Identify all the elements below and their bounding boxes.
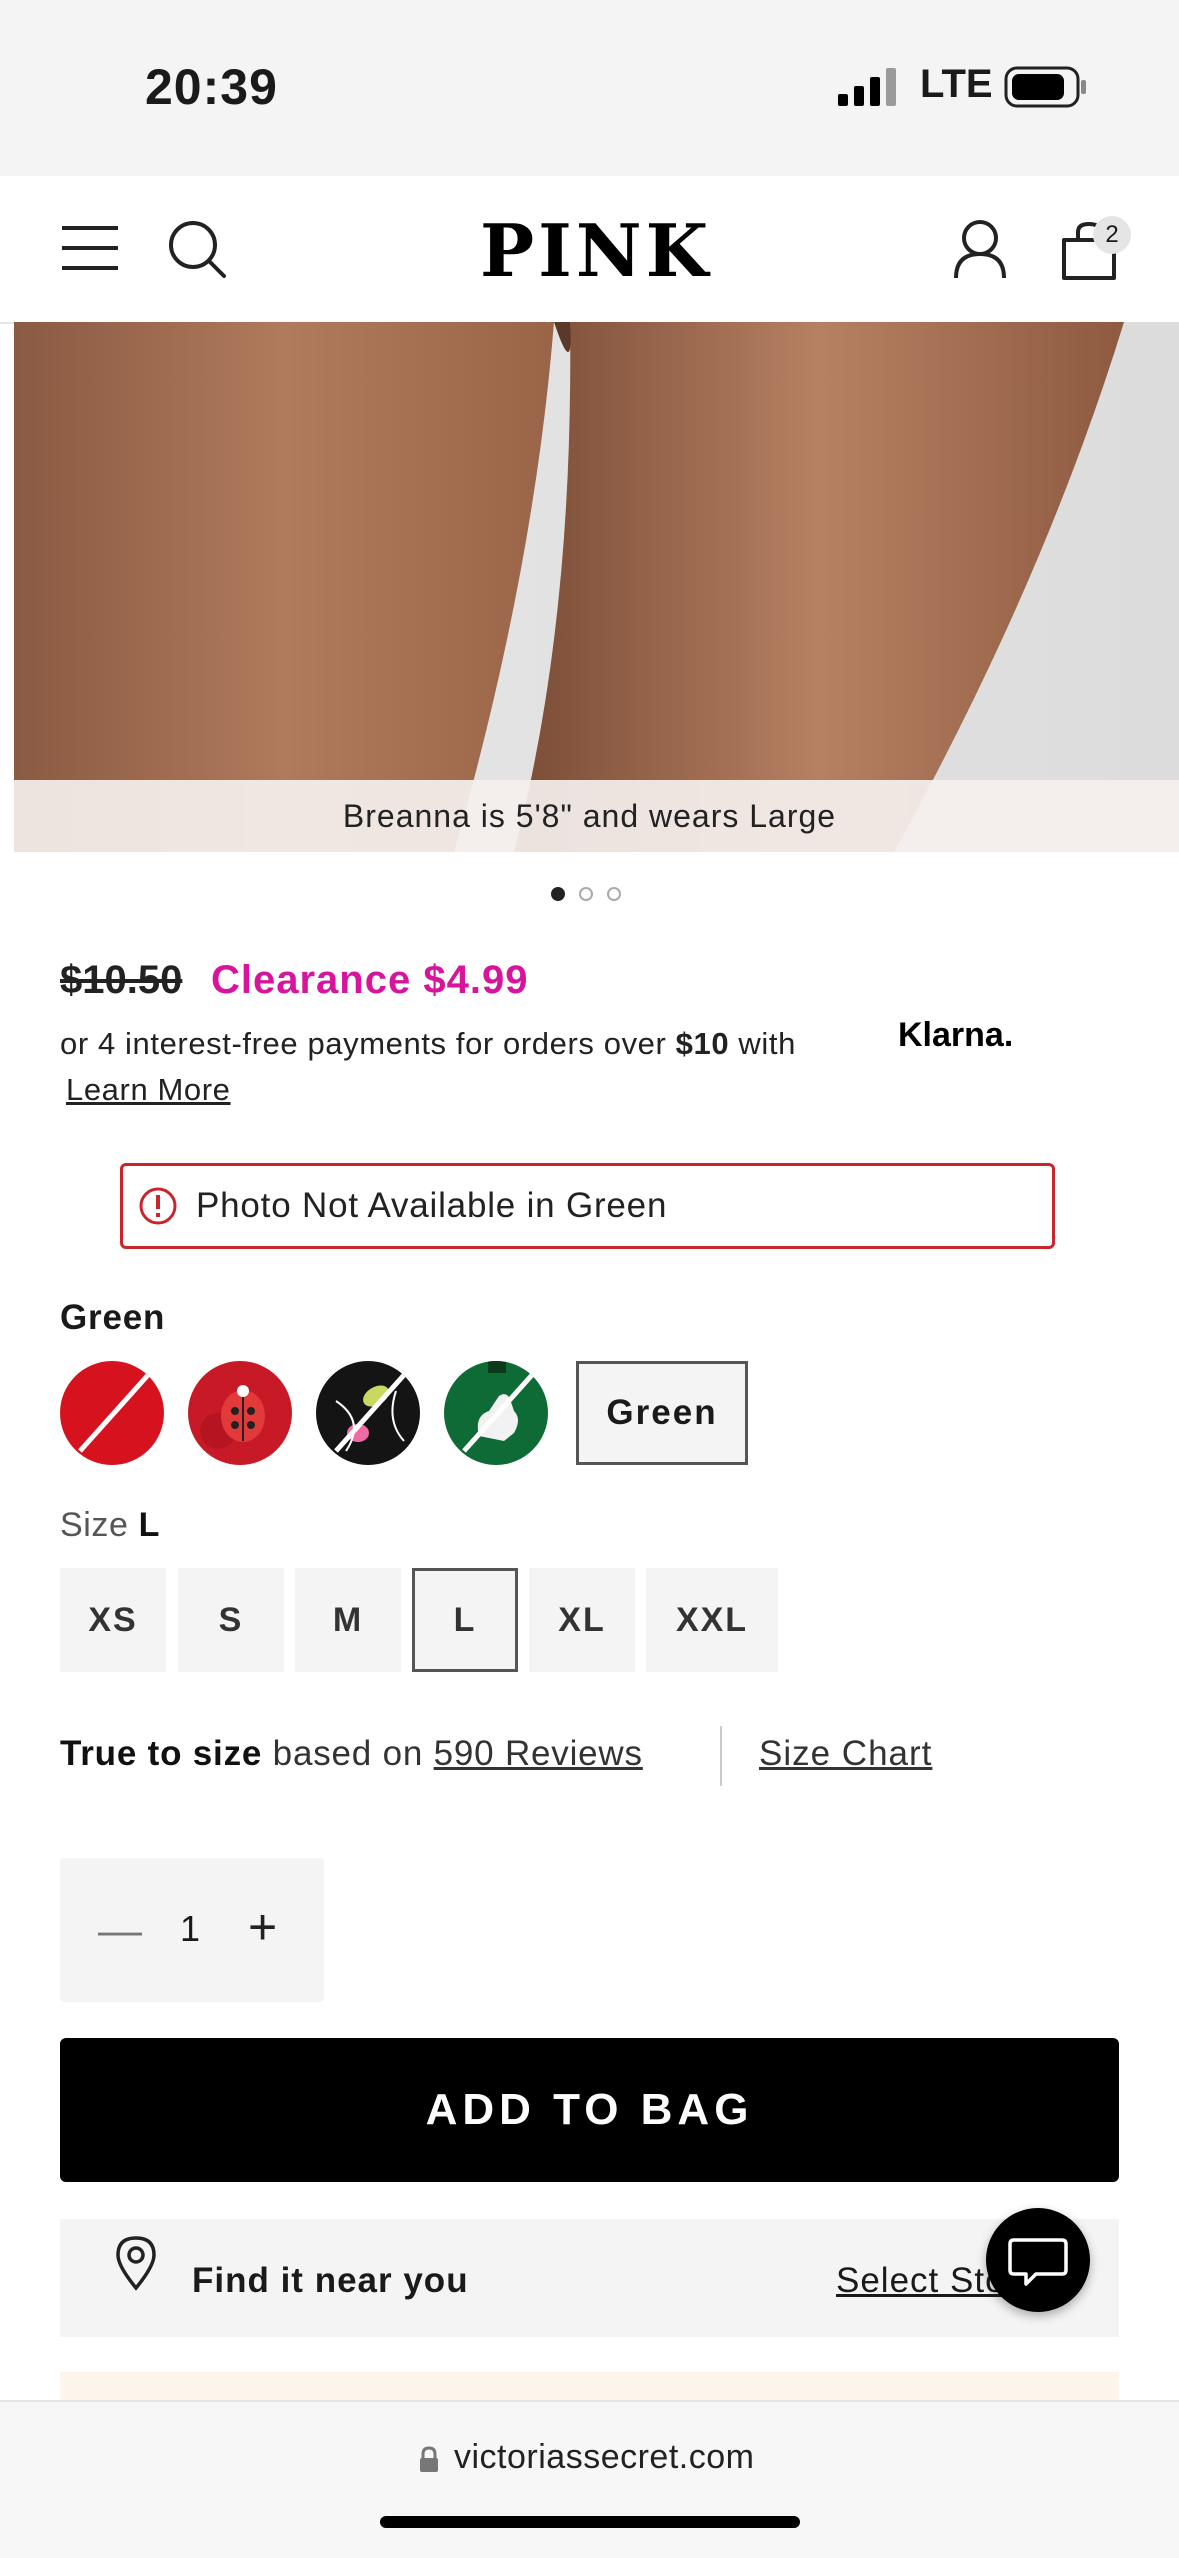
klarna-logo: Klarna. — [898, 1016, 1014, 1054]
size-xs-button[interactable]: XS — [60, 1568, 166, 1672]
size-m-button[interactable]: M — [295, 1568, 401, 1672]
based-on-text: based on — [262, 1734, 434, 1773]
divider — [720, 1726, 722, 1786]
quantity-value[interactable]: 1 — [180, 1908, 200, 1950]
fit-summary: True to size based on 590 Reviews — [60, 1734, 643, 1774]
select-store-link[interactable]: Select Store — [836, 2261, 1006, 2301]
alert-icon — [139, 1187, 177, 1225]
clearance-price: Clearance $4.99 — [211, 958, 529, 1002]
dog-pattern-icon — [462, 1361, 534, 1453]
cart-count-badge: 2 — [1093, 216, 1131, 254]
size-s-button[interactable]: S — [178, 1568, 284, 1672]
product-photo-legs — [14, 322, 1124, 852]
account-icon[interactable] — [952, 218, 1008, 280]
menu-icon[interactable] — [62, 226, 118, 270]
location-pin-icon — [116, 2236, 156, 2291]
network-label: LTE — [920, 62, 993, 106]
carousel-dot[interactable] — [579, 887, 593, 901]
learn-more-link[interactable]: Learn More — [66, 1072, 231, 1108]
ladybug-pattern-icon — [200, 1385, 265, 1449]
size-xl-button[interactable]: XL — [529, 1568, 635, 1672]
model-caption: Breanna is 5'8" and wears Large — [342, 798, 837, 834]
carousel-dot[interactable] — [551, 887, 565, 901]
browser-address-bar[interactable] — [0, 2400, 1179, 2558]
swatch-green-dog[interactable] — [444, 1361, 548, 1465]
size-l-button[interactable]: L — [412, 1568, 518, 1672]
swatch-black-floral[interactable] — [316, 1361, 420, 1465]
product-image[interactable] — [14, 322, 1179, 852]
selected-color-green[interactable]: Green — [576, 1361, 748, 1465]
size-label-text: Size — [60, 1506, 129, 1544]
url-text[interactable]: victoriassecret.com — [454, 2438, 754, 2477]
swatch-red[interactable] — [60, 1361, 164, 1465]
swatch-ladybug[interactable] — [188, 1361, 292, 1465]
size-chart-link[interactable]: Size Chart — [759, 1734, 932, 1774]
size-xxl-button[interactable]: XXL — [646, 1568, 778, 1672]
true-to-size-label: True to size — [60, 1734, 263, 1773]
klarna-message: or 4 interest-free payments for orders o… — [60, 1026, 796, 1062]
chat-bubble-icon — [1008, 2238, 1068, 2286]
add-to-bag-button[interactable]: ADD TO BAG — [60, 2038, 1119, 2182]
carousel-dot[interactable] — [607, 887, 621, 901]
unavailable-slash-icon — [78, 1373, 150, 1453]
promo-strip — [60, 2372, 1119, 2402]
battery-icon — [1004, 66, 1086, 108]
carousel-dots[interactable] — [551, 887, 635, 906]
decrement-button[interactable]: — — [98, 1906, 142, 1956]
original-price: $10.50 — [60, 958, 183, 1002]
floral-pattern-icon — [334, 1373, 406, 1453]
klarna-amount: $10 — [675, 1026, 730, 1061]
selected-size: L — [138, 1506, 160, 1544]
size-label: Size L — [60, 1506, 160, 1545]
color-label: Green — [60, 1298, 166, 1337]
klarna-prefix: or 4 interest-free payments for orders o… — [60, 1026, 676, 1061]
status-time: 20:39 — [145, 59, 278, 115]
alert-text: Photo Not Available in Green — [196, 1186, 668, 1225]
find-near-you-label: Find it near you — [192, 2261, 469, 2300]
lock-icon — [420, 2446, 438, 2472]
chat-button[interactable] — [986, 2208, 1090, 2312]
reviews-link[interactable]: 590 Reviews — [434, 1734, 643, 1773]
increment-button[interactable]: + — [248, 1898, 277, 1956]
klarna-with: with — [729, 1026, 796, 1061]
signal-icon — [838, 68, 896, 106]
search-icon[interactable] — [166, 218, 228, 280]
home-indicator[interactable] — [380, 2516, 800, 2528]
brand-logo[interactable]: PINK — [480, 208, 712, 293]
